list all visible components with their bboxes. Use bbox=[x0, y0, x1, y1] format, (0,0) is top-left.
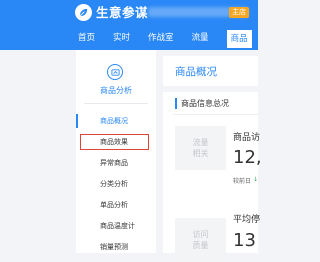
sidebar-divider bbox=[84, 103, 148, 104]
nav-item-warroom[interactable]: 作战室 bbox=[148, 31, 174, 45]
nav-item-realtime[interactable]: 实时 bbox=[113, 31, 130, 45]
product-analysis-icon bbox=[107, 64, 123, 80]
sidebar-item-category-analysis[interactable]: 分类分析 bbox=[76, 175, 156, 193]
trend-down-icon: ↓ bbox=[253, 176, 259, 183]
section-title: 商品信息总况 bbox=[181, 99, 229, 108]
sidebar-item-product-overview[interactable]: 商品概况 bbox=[76, 112, 156, 130]
metric-visitors-value: 12, bbox=[233, 147, 262, 168]
sidebar-item-product-effect[interactable]: 商品效果 bbox=[79, 133, 150, 151]
sidebar: 商品分析 商品概况 商品效果 异常商品 分类分析 单品分析 商品温度计 销量预测 bbox=[76, 50, 156, 253]
quality-label-line2: 质量 bbox=[192, 241, 209, 250]
nav-item-traffic[interactable]: 流量 bbox=[192, 31, 209, 45]
metric-compare-note: 较前日 bbox=[233, 178, 252, 185]
metric-avg-stay-label: 平均停 bbox=[233, 215, 261, 225]
nav-item-home[interactable]: 首页 bbox=[78, 31, 95, 45]
shop-badge[interactable]: 主店 bbox=[229, 7, 249, 18]
leaf-icon bbox=[79, 8, 88, 17]
top-nav: 首页 实时 作战室 流量 商品 bbox=[78, 30, 270, 48]
logo-icon[interactable] bbox=[75, 4, 92, 21]
sidebar-item-sales-forecast[interactable]: 销量预测 bbox=[76, 238, 156, 256]
sidebar-section-title: 商品分析 bbox=[100, 86, 132, 95]
metric-avg-stay-value: 13 bbox=[233, 230, 256, 251]
overview-panel: 商品信息总况 流量 相关 商品访 12, 较前日 ↓ 访问 质量 平均停 13 bbox=[163, 92, 262, 262]
traffic-label-line2: 相关 bbox=[192, 149, 209, 158]
chart-box-icon bbox=[110, 68, 120, 76]
visit-quality-label: 访问 质量 bbox=[175, 218, 226, 262]
sidebar-item-single-product[interactable]: 单品分析 bbox=[76, 196, 156, 214]
quality-label-line1: 访问 bbox=[192, 230, 209, 239]
section-divider bbox=[173, 114, 258, 115]
top-header: 生意参谋 主店 首页 实时 作战室 流量 商品 bbox=[0, 0, 258, 50]
nav-item-product[interactable]: 商品 bbox=[226, 30, 252, 48]
main-header: 商品概况 bbox=[163, 56, 258, 86]
page-title: 商品概况 bbox=[175, 66, 217, 78]
metric-visitors-label: 商品访 bbox=[233, 133, 261, 143]
traffic-label-line1: 流量 bbox=[192, 138, 209, 147]
sidebar-item-abnormal-products[interactable]: 异常商品 bbox=[76, 154, 156, 172]
traffic-related-label: 流量 相关 bbox=[175, 126, 226, 170]
sidebar-item-product-thermometer[interactable]: 商品温度计 bbox=[76, 217, 156, 235]
brand-title[interactable]: 生意参谋 bbox=[96, 4, 148, 21]
section-accent-bar bbox=[175, 98, 177, 109]
